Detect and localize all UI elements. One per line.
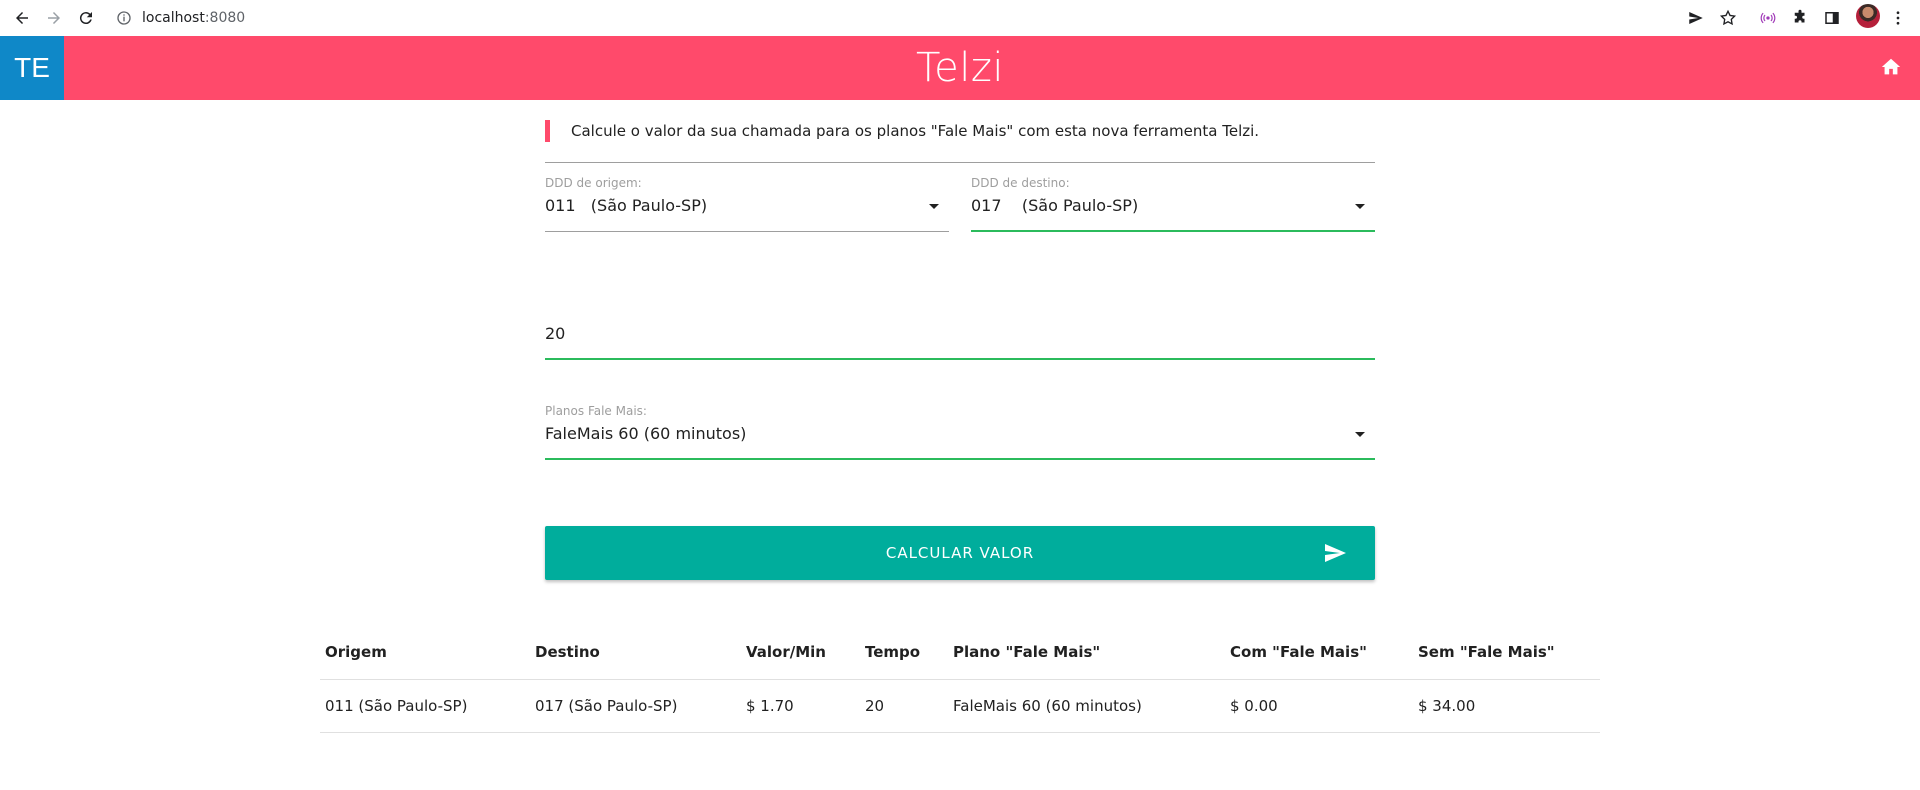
reload-button[interactable] (72, 4, 100, 32)
browser-toolbar: localhost:8080 (0, 0, 1920, 36)
origin-value: 011 (São Paulo-SP) (545, 196, 708, 215)
reload-icon (79, 12, 92, 25)
origin-label: DDD de origem: (545, 176, 642, 190)
home-icon (1881, 58, 1901, 75)
results-table: Origem Destino Valor/Min Tempo Plano "Fa… (320, 626, 1600, 733)
plan-underline (545, 458, 1375, 460)
arrow-right-icon (48, 12, 60, 24)
column-header-origem: Origem (320, 626, 530, 680)
dropdown-arrow-icon (929, 204, 939, 209)
url-port: :8080 (204, 10, 246, 26)
cell-sem-fale-mais: $ 34.00 (1413, 679, 1600, 733)
destination-underline (971, 230, 1375, 232)
destination-value: 017 (São Paulo-SP) (971, 196, 1139, 215)
origin-select[interactable]: DDD de origem: 011 (São Paulo-SP) (545, 176, 949, 232)
app-header: TE Telzi (0, 36, 1920, 100)
browser-menu-button[interactable] (1884, 4, 1912, 32)
dropdown-arrow-icon (1355, 204, 1365, 209)
broadcast-extension-button[interactable] (1754, 4, 1782, 32)
star-icon (1719, 9, 1737, 26)
send-icon (1325, 544, 1346, 562)
forward-button[interactable] (40, 4, 68, 32)
intro-text: Calcule o valor da sua chamada para os p… (571, 122, 1260, 140)
plan-label: Planos Fale Mais: (545, 404, 647, 418)
calculate-button[interactable]: CALCULAR VALOR (545, 526, 1375, 580)
back-button[interactable] (8, 4, 36, 32)
column-header-com-fale-mais: Com "Fale Mais" (1225, 626, 1413, 680)
send-icon (1689, 12, 1703, 24)
destination-select[interactable]: DDD de destino: 017 (São Paulo-SP) (971, 176, 1375, 232)
minutes-input[interactable]: 20 (545, 320, 1375, 360)
profile-avatar[interactable] (1856, 4, 1880, 28)
destination-label: DDD de destino: (971, 176, 1070, 190)
plan-value: FaleMais 60 (60 minutos) (545, 424, 747, 443)
plan-select[interactable]: Planos Fale Mais: FaleMais 60 (60 minuto… (545, 404, 1375, 460)
broadcast-icon (1760, 12, 1776, 24)
bookmark-button[interactable] (1714, 4, 1742, 32)
send-tab-button[interactable] (1682, 4, 1710, 32)
dropdown-arrow-icon (1355, 432, 1365, 437)
table-header-row: Origem Destino Valor/Min Tempo Plano "Fa… (320, 626, 1600, 680)
column-header-valor-min: Valor/Min (741, 626, 860, 680)
divider (545, 162, 1375, 163)
address-bar[interactable]: localhost:8080 (116, 4, 245, 32)
column-header-destino: Destino (530, 626, 741, 680)
minutes-underline (545, 358, 1375, 360)
calculate-button-label: CALCULAR VALOR (885, 544, 1035, 562)
info-icon (117, 11, 131, 25)
puzzle-icon (1794, 9, 1805, 23)
more-vert-icon (1896, 11, 1900, 25)
side-panel-button[interactable] (1818, 4, 1846, 32)
cell-destino: 017 (São Paulo-SP) (530, 679, 741, 733)
cell-com-fale-mais: $ 0.00 (1225, 679, 1413, 733)
cell-tempo: 20 (860, 679, 948, 733)
home-button[interactable] (1880, 56, 1904, 80)
page-title: Telzi (916, 45, 1004, 91)
side-panel-icon (1825, 12, 1839, 24)
cell-origem: 011 (São Paulo-SP) (320, 679, 530, 733)
column-header-plano: Plano "Fale Mais" (948, 626, 1225, 680)
cell-plano: FaleMais 60 (60 minutos) (948, 679, 1225, 733)
cell-valor-min: $ 1.70 (741, 679, 860, 733)
column-header-sem-fale-mais: Sem "Fale Mais" (1413, 626, 1600, 680)
intro-accent-bar (545, 120, 550, 142)
intro-notice: Calcule o valor da sua chamada para os p… (545, 120, 1259, 142)
table-row: 011 (São Paulo-SP) 017 (São Paulo-SP) $ … (320, 679, 1600, 733)
url-host: localhost (142, 10, 205, 26)
extensions-button[interactable] (1786, 4, 1814, 32)
origin-underline (545, 231, 949, 232)
minutes-value: 20 (545, 324, 566, 343)
arrow-left-icon (16, 12, 28, 24)
column-header-tempo: Tempo (860, 626, 948, 680)
